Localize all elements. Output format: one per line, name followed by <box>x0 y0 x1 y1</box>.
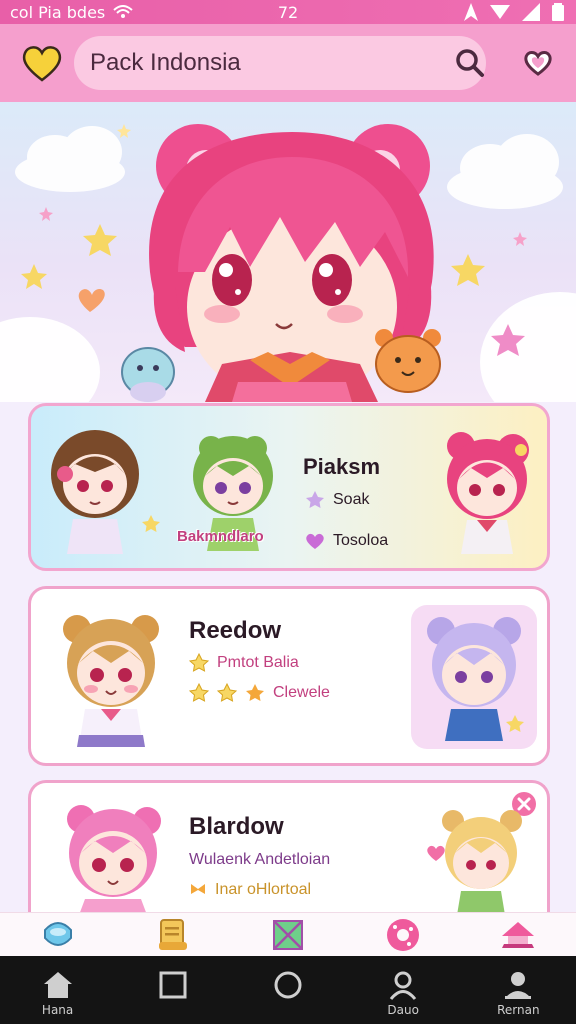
heart-icon[interactable] <box>20 41 64 85</box>
card-meta-label: Clewele <box>273 684 330 701</box>
hero-banner <box>0 102 576 402</box>
home-icon <box>43 972 72 998</box>
nav-home[interactable]: Hana <box>18 970 98 1017</box>
character-card[interactable]: Reedow Pmtot Balia Clewele <box>28 586 550 766</box>
star-icon <box>189 683 209 702</box>
search-icon[interactable] <box>448 41 492 85</box>
character-card[interactable]: Blardow Wulaenk Andetloian Inar oHlortoa… <box>28 780 550 912</box>
status-bar: col Pia bdes 72 <box>0 0 576 24</box>
card-meta-label: Soak <box>333 491 370 508</box>
map-icon[interactable] <box>268 915 308 955</box>
star-icon <box>142 515 160 532</box>
star-icon <box>217 683 237 702</box>
status-time: 72 <box>277 2 299 22</box>
location-icon <box>464 3 478 21</box>
character-thumbnail <box>51 430 139 554</box>
nav-label: Hana <box>41 1003 74 1017</box>
nav-profile[interactable]: Dauo <box>363 970 443 1017</box>
square-icon <box>159 971 187 999</box>
gem-icon[interactable] <box>38 915 78 955</box>
nav-recents[interactable] <box>133 970 213 1017</box>
hero-illustration <box>0 124 576 402</box>
card-meta-label: Pmtot Balia <box>217 654 299 671</box>
character-thumbnail <box>447 432 529 554</box>
star-icon <box>306 491 324 508</box>
nav-account[interactable]: Rernan <box>478 970 558 1017</box>
character-thumbnail <box>427 617 524 741</box>
character-card[interactable]: Bakmndlaro Piaksm Soak Tosoloa <box>28 403 550 571</box>
signal-icon <box>490 3 510 21</box>
home-roof-icon[interactable] <box>498 915 538 955</box>
card-title: Piaksm <box>303 454 381 479</box>
tab-bar <box>0 912 576 956</box>
card-meta-label: Inar oHlortoal <box>215 881 312 898</box>
card-title: Reedow <box>189 617 282 644</box>
carrier-label: col Pia bdes <box>10 2 106 22</box>
app-bar: Pack Indonsia <box>0 24 576 102</box>
star-icon <box>189 653 209 672</box>
nav-label: Rernan <box>497 1003 540 1017</box>
character-thumbnail <box>442 810 522 912</box>
scroll-icon[interactable] <box>153 915 193 955</box>
character-thumbnail <box>67 805 161 912</box>
person-icon <box>389 971 417 1000</box>
person-icon <box>505 972 532 999</box>
system-nav-bar: Hana Dauo Rernan <box>0 956 576 1024</box>
heart-outline-icon[interactable] <box>516 41 560 85</box>
badge-label: Bakmndlaro <box>177 528 264 545</box>
star-icon <box>246 684 264 701</box>
cellular-icon <box>522 3 540 21</box>
donut-icon[interactable] <box>383 915 423 955</box>
nav-home-circle[interactable] <box>248 970 328 1017</box>
character-thumbnail-frame <box>411 605 537 749</box>
search-bar[interactable]: Pack Indonsia <box>74 36 486 90</box>
heart-icon <box>306 533 324 549</box>
character-thumbnail <box>63 615 159 747</box>
battery-icon <box>552 3 564 21</box>
card-title: Blardow <box>189 813 284 840</box>
ribbon-icon <box>191 884 205 894</box>
circle-icon <box>274 971 302 999</box>
app-title: Pack Indonsia <box>90 49 241 76</box>
card-meta-label: Wulaenk Andetloian <box>189 851 331 868</box>
nav-label: Dauo <box>387 1003 419 1017</box>
wifi-icon <box>113 5 133 19</box>
card-meta-label: Tosoloa <box>333 532 389 549</box>
